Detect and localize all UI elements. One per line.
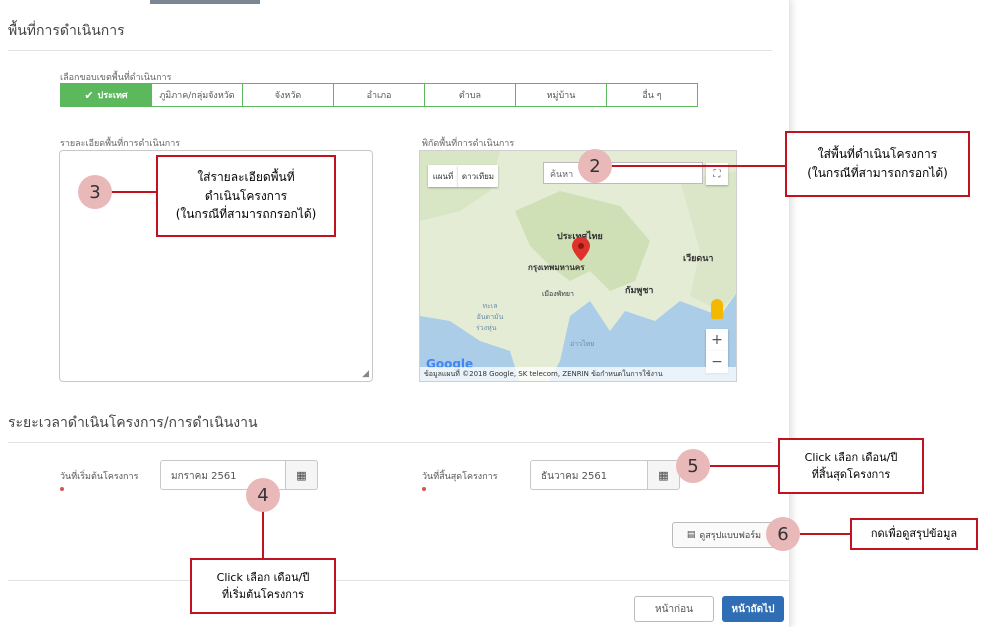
map-label-gulf: อ่าวไทย [570, 340, 595, 348]
check-icon: ✔ [84, 88, 94, 102]
tab-other[interactable]: อื่น ๆ [607, 84, 697, 106]
end-date-label: วันที่สิ้นสุดโครงการ [422, 472, 498, 482]
start-date-label: วันที่เริ่มต้นโครงการ [60, 472, 139, 482]
tab-label: ภูมิภาค/กลุ่มจังหวัด [159, 91, 235, 101]
summary-form-button[interactable]: ▤ ดูสรุปแบบฟอร์ม [672, 522, 776, 548]
list-icon: ▤ [686, 530, 696, 540]
callout-area-details: ใส่รายละเอียดพื้นที่ ดำเนินโครงการ (ในกร… [156, 155, 336, 237]
fullscreen-icon[interactable]: ⛶ [706, 163, 728, 185]
tab-label: จังหวัด [274, 91, 302, 101]
callout-text: กดเพื่อดูสรุปข้อมูล [870, 527, 958, 541]
divider [8, 50, 772, 51]
duration-section-title: ระยะเวลาดำเนินโครงการ/การดำเนินงาน [8, 415, 258, 431]
map-label: พิกัดพื้นที่การดำเนินการ [422, 139, 515, 149]
tab-country[interactable]: ✔ ประเทศ [61, 84, 152, 106]
map-label-vietnam: เวียดนา [683, 254, 714, 264]
step-badge-5: 5 [676, 449, 710, 483]
callout-text: ใส่รายละเอียดพื้นที่ ดำเนินโครงการ (ในกร… [175, 170, 317, 222]
tab-province[interactable]: จังหวัด [243, 84, 334, 106]
street-view-icon[interactable] [711, 299, 723, 319]
divider [8, 580, 790, 581]
scope-label: เลือกขอบเขตพื้นที่ดำเนินการ [60, 73, 172, 83]
prev-page-button[interactable]: หน้าก่อน [634, 596, 714, 622]
required-dot [60, 487, 64, 491]
next-page-button[interactable]: หน้าถัดไป [722, 596, 784, 622]
map-attribution: ข้อมูลแผนที่ ©2018 Google, SK telecom, Z… [420, 367, 736, 381]
divider [8, 442, 772, 443]
zoom-in-button[interactable]: + [706, 329, 728, 351]
satellite-view-button[interactable]: ดาวเทียม [458, 165, 498, 187]
location-pin-icon[interactable] [572, 237, 590, 261]
scope-tabs: ✔ ประเทศ ภูมิภาค/กลุ่มจังหวัด จังหวัด อำเ… [60, 83, 698, 107]
map-search-input[interactable]: ค้นหา [543, 162, 703, 184]
resize-handle-icon[interactable]: ◢ [362, 369, 369, 379]
top-tab-indicator [150, 0, 260, 4]
map-label-cambodia: กัมพูชา [625, 286, 654, 296]
tab-label: หมู่บ้าน [546, 91, 576, 101]
map-label-sea: ร่วงหุ่น [476, 324, 497, 332]
tab-village[interactable]: หมู่บ้าน [516, 84, 607, 106]
tab-label: อำเภอ [366, 91, 392, 101]
map-label-andaman: ทะเลอันดามัน [476, 302, 504, 321]
map-widget[interactable]: แผนที่ ดาวเทียม ค้นหา ⛶ ประเทศไทย กรุงเท… [419, 150, 737, 382]
callout-start-date: Click เลือก เดือน/ปี ที่เริ่มต้นโครงการ [190, 558, 336, 614]
map-label-city: กรุงเทพมหานคร [528, 263, 585, 272]
tab-label: ตำบล [458, 91, 482, 101]
details-label: รายละเอียดพื้นที่การดำเนินการ [60, 139, 181, 149]
step-badge-2: 2 [578, 149, 612, 183]
tab-label: อื่น ๆ [642, 91, 662, 101]
form-panel: พื้นที่การดำเนินการ เลือกขอบเขตพื้นที่ดำ… [0, 0, 790, 627]
map-label-pattaya: เมืองพัทยา [542, 290, 574, 298]
tab-region[interactable]: ภูมิภาค/กลุ่มจังหวัด [152, 84, 243, 106]
end-date-input[interactable]: ธันวาคม 2561 [530, 460, 648, 490]
callout-text: Click เลือก เดือน/ปี ที่สิ้นสุดโครงการ [804, 450, 898, 481]
callout-text: ใส่พื้นที่ดำเนินโครงการ (ในกรณีที่สามารถ… [807, 147, 948, 180]
tab-district[interactable]: อำเภอ [334, 84, 425, 106]
map-view-button[interactable]: แผนที่ [428, 165, 458, 187]
screen: พื้นที่การดำเนินการ เลือกขอบเขตพื้นที่ดำ… [0, 0, 982, 627]
callout-end-date: Click เลือก เดือน/ปี ที่สิ้นสุดโครงการ [778, 438, 924, 494]
area-section-title: พื้นที่การดำเนินการ [8, 23, 125, 39]
callout-text: Click เลือก เดือน/ปี ที่เริ่มต้นโครงการ [216, 570, 310, 601]
required-dot [422, 487, 426, 491]
summary-label: ดูสรุปแบบฟอร์ม [699, 531, 762, 541]
callout-summary: กดเพื่อดูสรุปข้อมูล [850, 518, 978, 550]
calendar-icon[interactable]: ▦ [286, 460, 318, 490]
callout-map-area: ใส่พื้นที่ดำเนินโครงการ (ในกรณีที่สามารถ… [785, 131, 970, 197]
step-badge-4: 4 [246, 478, 280, 512]
step-badge-6: 6 [766, 517, 800, 551]
tab-label: ประเทศ [97, 91, 128, 101]
tab-subdistrict[interactable]: ตำบล [425, 84, 516, 106]
step-badge-3: 3 [78, 175, 112, 209]
